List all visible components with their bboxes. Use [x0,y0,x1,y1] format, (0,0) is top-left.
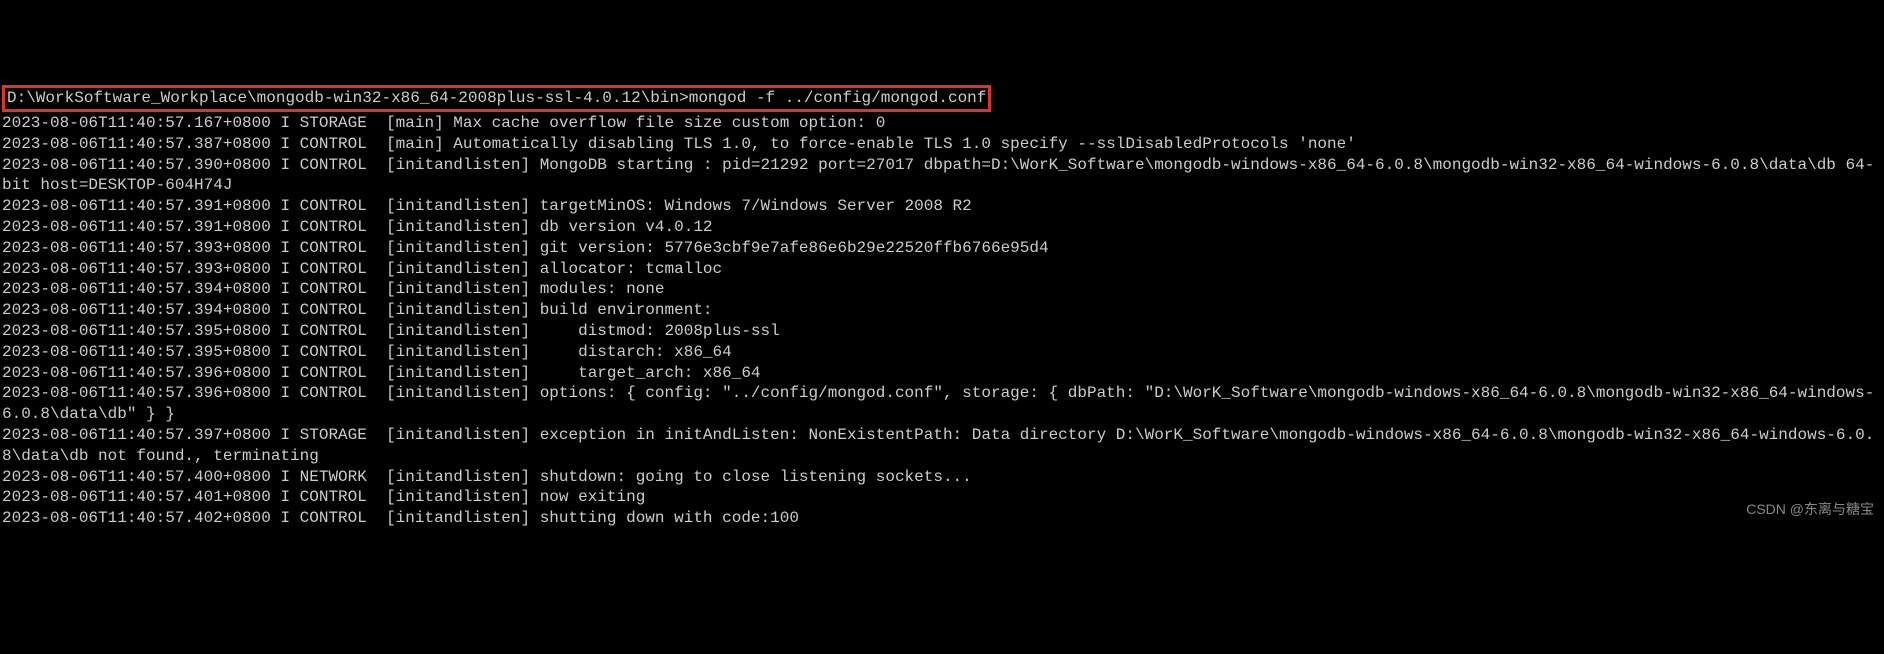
log-line: 2023-08-06T11:40:57.400+0800 I NETWORK [… [2,467,1882,488]
log-line: 2023-08-06T11:40:57.395+0800 I CONTROL [… [2,342,1882,363]
command-text: mongod -f ../config/mongod.conf [689,89,987,107]
log-line: 2023-08-06T11:40:57.401+0800 I CONTROL [… [2,487,1882,508]
log-line: 2023-08-06T11:40:57.393+0800 I CONTROL [… [2,259,1882,280]
log-line: 2023-08-06T11:40:57.167+0800 I STORAGE [… [2,113,1882,134]
log-line: 2023-08-06T11:40:57.387+0800 I CONTROL [… [2,134,1882,155]
log-line: 2023-08-06T11:40:57.396+0800 I CONTROL [… [2,363,1882,384]
command-prompt-line[interactable]: D:\WorkSoftware_Workplace\mongodb-win32-… [2,85,991,112]
watermark-text: CSDN @东离与糖宝 [1746,500,1874,518]
log-line: 2023-08-06T11:40:57.396+0800 I CONTROL [… [2,383,1882,425]
log-line: 2023-08-06T11:40:57.397+0800 I STORAGE [… [2,425,1882,467]
log-line: 2023-08-06T11:40:57.393+0800 I CONTROL [… [2,238,1882,259]
log-line: 2023-08-06T11:40:57.395+0800 I CONTROL [… [2,321,1882,342]
prompt-path: D:\WorkSoftware_Workplace\mongodb-win32-… [7,89,689,107]
log-line: 2023-08-06T11:40:57.394+0800 I CONTROL [… [2,279,1882,300]
log-line: 2023-08-06T11:40:57.390+0800 I CONTROL [… [2,155,1882,197]
log-output: 2023-08-06T11:40:57.167+0800 I STORAGE [… [2,113,1882,529]
log-line: 2023-08-06T11:40:57.402+0800 I CONTROL [… [2,508,1882,529]
log-line: 2023-08-06T11:40:57.394+0800 I CONTROL [… [2,300,1882,321]
log-line: 2023-08-06T11:40:57.391+0800 I CONTROL [… [2,217,1882,238]
log-line: 2023-08-06T11:40:57.391+0800 I CONTROL [… [2,196,1882,217]
